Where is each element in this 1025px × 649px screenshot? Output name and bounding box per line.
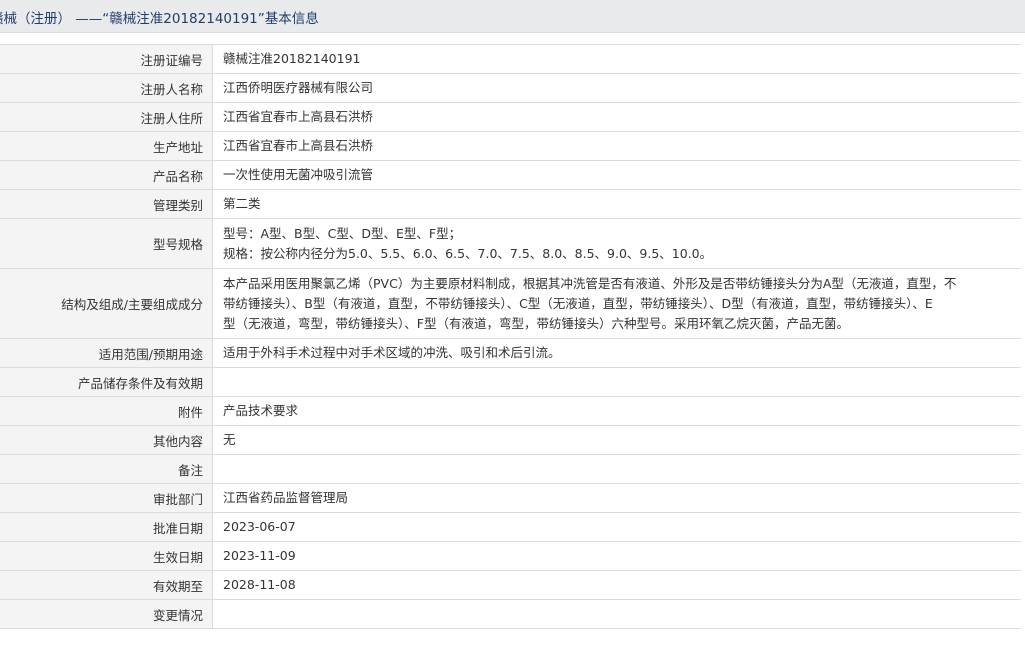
- table-row: 注册人名称 江西侨明医疗器械有限公司: [0, 73, 1023, 103]
- row-label-approval-department: 审批部门: [0, 483, 213, 513]
- model-spec-line: 型号：A型、B型、C型、D型、E型、F型；: [223, 225, 462, 241]
- table-row: 适用范围/预期用途 适用于外科手术过程中对手术区域的冲洗、吸引和术后引流。: [0, 338, 1023, 368]
- info-table-container: 注册证编号 赣械注准20182140191 注册人名称 江西侨明医疗器械有限公司…: [0, 44, 1023, 629]
- row-value-approval-department: 江西省药品监督管理局: [212, 483, 1023, 513]
- row-label-registration-number: 注册证编号: [0, 44, 213, 74]
- table-row: 产品储存条件及有效期: [0, 367, 1023, 397]
- row-label-product-name: 产品名称: [0, 160, 213, 190]
- row-value-registrant-address: 江西省宜春市上高县石洪桥: [212, 102, 1023, 132]
- info-table: 注册证编号 赣械注准20182140191 注册人名称 江西侨明医疗器械有限公司…: [0, 44, 1023, 629]
- row-value-model-spec: 型号：A型、B型、C型、D型、E型、F型； 规格：按公称内径分为5.0、5.5、…: [212, 218, 1023, 269]
- page-header: 赣械（注册） ——“赣械注准20182140191”基本信息: [0, 0, 1025, 33]
- row-label-intended-use: 适用范围/预期用途: [0, 338, 213, 368]
- table-row: 生产地址 江西省宜春市上高县石洪桥: [0, 131, 1023, 161]
- table-row: 生效日期 2023-11-09: [0, 541, 1023, 571]
- row-value-effective-date: 2023-11-09: [212, 541, 1023, 571]
- row-value-change-status: [212, 599, 1023, 629]
- row-value-structure-composition: 本产品采用医用聚氯乙烯（PVC）为主要原材料制成，根据其冲洗管是否有液道、外形及…: [212, 268, 1023, 339]
- page-right-edge: [1021, 44, 1025, 649]
- row-label-change-status: 变更情况: [0, 599, 213, 629]
- row-label-effective-date: 生效日期: [0, 541, 213, 571]
- row-label-attachment: 附件: [0, 396, 213, 426]
- row-label-registrant-name: 注册人名称: [0, 73, 213, 103]
- table-row: 其他内容 无: [0, 425, 1023, 455]
- model-spec-line: 规格：按公称内径分为5.0、5.5、6.0、6.5、7.0、7.5、8.0、8.…: [223, 245, 713, 261]
- row-value-attachment: 产品技术要求: [212, 396, 1023, 426]
- row-label-production-address: 生产地址: [0, 131, 213, 161]
- row-value-storage-validity: [212, 367, 1023, 397]
- row-value-valid-until: 2028-11-08: [212, 570, 1023, 600]
- structure-line: 带纺锤接头）、B型（有液道，直型，不带纺锤接头）、C型（无液道，直型，带纺锤接头…: [223, 295, 933, 311]
- table-row: 附件 产品技术要求: [0, 396, 1023, 426]
- row-label-other-content: 其他内容: [0, 425, 213, 455]
- row-value-registration-number: 赣械注准20182140191: [212, 44, 1023, 74]
- row-value-management-category: 第二类: [212, 189, 1023, 219]
- row-label-storage-validity: 产品储存条件及有效期: [0, 367, 213, 397]
- row-label-structure-composition: 结构及组成/主要组成成分: [0, 268, 213, 339]
- table-row: 变更情况: [0, 599, 1023, 629]
- row-label-remarks: 备注: [0, 454, 213, 484]
- table-row: 产品名称 一次性使用无菌冲吸引流管: [0, 160, 1023, 190]
- page-title: 赣械（注册） ——“赣械注准20182140191”基本信息: [0, 11, 319, 27]
- row-label-approval-date: 批准日期: [0, 512, 213, 542]
- structure-line: 本产品采用医用聚氯乙烯（PVC）为主要原材料制成，根据其冲洗管是否有液道、外形及…: [223, 275, 957, 291]
- row-label-management-category: 管理类别: [0, 189, 213, 219]
- row-value-remarks: [212, 454, 1023, 484]
- table-row: 注册人住所 江西省宜春市上高县石洪桥: [0, 102, 1023, 132]
- row-value-production-address: 江西省宜春市上高县石洪桥: [212, 131, 1023, 161]
- row-label-valid-until: 有效期至: [0, 570, 213, 600]
- table-row: 管理类别 第二类: [0, 189, 1023, 219]
- table-row: 备注: [0, 454, 1023, 484]
- row-label-registrant-address: 注册人住所: [0, 102, 213, 132]
- structure-line: 型（无液道，弯型，带纺锤接头）、F型（有液道，弯型，带纺锤接头）六种型号。采用环…: [223, 315, 849, 331]
- table-row: 有效期至 2028-11-08: [0, 570, 1023, 600]
- table-row: 审批部门 江西省药品监督管理局: [0, 483, 1023, 513]
- table-row: 批准日期 2023-06-07: [0, 512, 1023, 542]
- table-row: 型号规格 型号：A型、B型、C型、D型、E型、F型； 规格：按公称内径分为5.0…: [0, 218, 1023, 269]
- row-value-approval-date: 2023-06-07: [212, 512, 1023, 542]
- table-row: 结构及组成/主要组成成分 本产品采用医用聚氯乙烯（PVC）为主要原材料制成，根据…: [0, 268, 1023, 339]
- row-value-intended-use: 适用于外科手术过程中对手术区域的冲洗、吸引和术后引流。: [212, 338, 1023, 368]
- row-value-product-name: 一次性使用无菌冲吸引流管: [212, 160, 1023, 190]
- row-value-registrant-name: 江西侨明医疗器械有限公司: [212, 73, 1023, 103]
- row-label-model-spec: 型号规格: [0, 218, 213, 269]
- row-value-other-content: 无: [212, 425, 1023, 455]
- table-row: 注册证编号 赣械注准20182140191: [0, 44, 1023, 74]
